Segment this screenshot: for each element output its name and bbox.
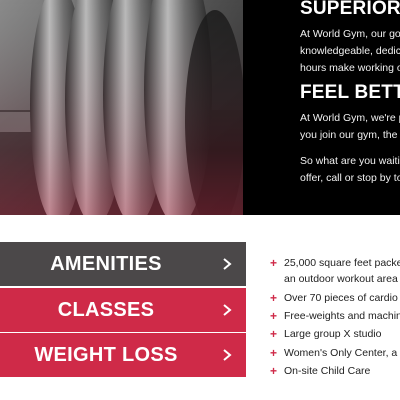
heading-feel-better: FEEL BETTER — [300, 82, 400, 103]
dumbbell-weight-plates-photo — [0, 0, 243, 215]
plus-icon: + — [270, 309, 278, 323]
hero-text: SUPERIOR SE At World Gym, our goal knowl… — [300, 0, 400, 215]
weight-loss-label: WEIGHT LOSS — [34, 344, 178, 366]
paragraph-1-line-1: At World Gym, our goal — [300, 28, 400, 40]
list-item-continuation: an outdoor workout area — [284, 273, 398, 285]
section-divider — [0, 215, 400, 241]
heading-superior-service: SUPERIOR SE — [300, 0, 400, 19]
weight-loss-button[interactable]: WEIGHT LOSS — [0, 333, 246, 377]
paragraph-3-line-1: So what are you waiting — [300, 155, 400, 167]
amenities-features-list: + 25,000 square feet packed an outdoor w… — [270, 256, 400, 378]
paragraph-3-line-2: offer, call or stop by tod — [300, 172, 400, 184]
plus-icon: + — [270, 346, 278, 360]
paragraph-2-line-1: At World Gym, we're pr — [300, 112, 400, 124]
paragraph-1-line-2: knowledgeable, dedicat — [300, 45, 400, 57]
plus-icon: + — [270, 256, 278, 270]
plus-icon: + — [270, 291, 278, 305]
paragraph-1-line-3: hours make working ou — [300, 62, 400, 74]
chevron-right-icon — [223, 349, 232, 361]
plus-icon: + — [270, 364, 278, 378]
chevron-right-icon — [223, 304, 232, 316]
classes-button[interactable]: CLASSES — [0, 288, 246, 332]
chevron-right-icon — [223, 258, 232, 270]
amenities-label: AMENITIES — [50, 253, 162, 275]
amenities-button[interactable]: AMENITIES — [0, 242, 246, 286]
plus-icon: + — [270, 327, 278, 341]
paragraph-2-line-2: you join our gym, the s — [300, 129, 400, 141]
classes-label: CLASSES — [57, 299, 155, 321]
hero-banner: SUPERIOR SE At World Gym, our goal knowl… — [0, 0, 400, 215]
